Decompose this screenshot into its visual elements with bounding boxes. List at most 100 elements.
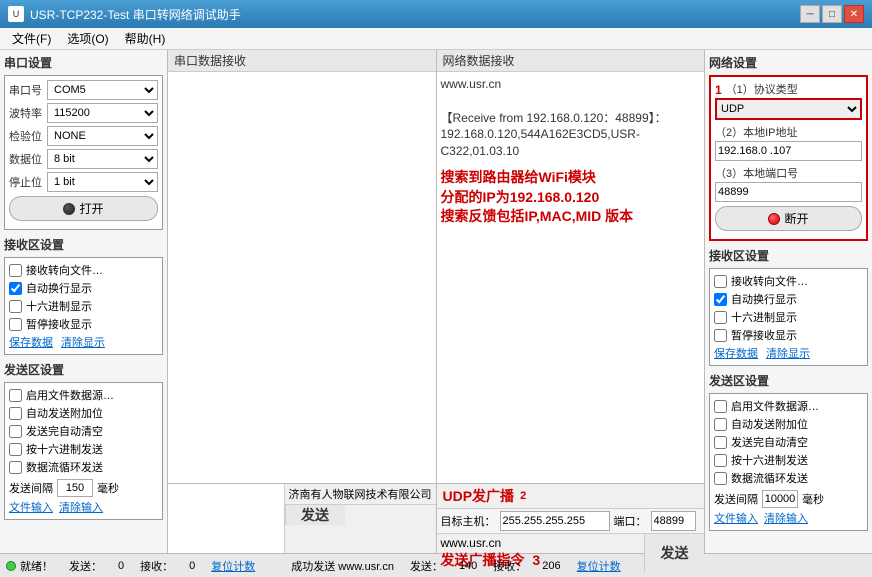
middle-area: 串口数据接收 网络数据接收 www.usr.cn 【Receive from 1… bbox=[168, 50, 704, 553]
right-save-data-link[interactable]: 保存数据 bbox=[714, 345, 758, 361]
disconnect-button[interactable]: 断开 bbox=[715, 206, 862, 231]
left-recv-value: 0 bbox=[189, 560, 195, 572]
send-interval-row: 发送间隔 毫秒 bbox=[9, 479, 158, 497]
right-file-input-link[interactable]: 文件输入 bbox=[714, 510, 758, 526]
right-send-check-1[interactable] bbox=[714, 418, 727, 431]
port-row: 串口号 COM5 bbox=[9, 80, 158, 100]
open-serial-button[interactable]: 打开 bbox=[9, 196, 158, 221]
stopbits-select[interactable]: 1 bit bbox=[47, 172, 158, 192]
right-interval-input[interactable] bbox=[762, 490, 798, 508]
right-send-opt-0: 启用文件数据源… bbox=[714, 398, 863, 414]
serial-recv-panel: 串口数据接收 bbox=[168, 50, 437, 483]
menu-help[interactable]: 帮助(H) bbox=[117, 28, 174, 49]
menu-file[interactable]: 文件(F) bbox=[4, 28, 59, 49]
right-recv-label-1: 自动换行显示 bbox=[731, 291, 797, 307]
port-select[interactable]: COM5 bbox=[47, 80, 158, 100]
app-icon: U bbox=[8, 6, 24, 22]
target-ip-input[interactable] bbox=[500, 511, 610, 531]
right-recv-box: 接收转向文件… 自动换行显示 十六进制显示 暂停接收显示 保存数据 清除显示 bbox=[709, 268, 868, 366]
stopbits-row: 停止位 1 bit bbox=[9, 172, 158, 192]
right-recv-check-0[interactable] bbox=[714, 275, 727, 288]
send-check-3[interactable] bbox=[9, 443, 22, 456]
send-right-panel: UDP发广播 2 目标主机： 端口： www.usr.cn 发送广播指令 3 bbox=[437, 484, 705, 553]
right-recv-check-2[interactable] bbox=[714, 311, 727, 324]
bottom-send-area: 济南有人物联网技术有限公司 发送 UDP发广播 2 目标主机： 端口： bbox=[168, 483, 704, 553]
stopbits-label: 停止位 bbox=[9, 174, 47, 190]
right-send-check-2[interactable] bbox=[714, 436, 727, 449]
recv-opt-0: 接收转向文件… bbox=[9, 262, 158, 278]
close-button[interactable]: ✕ bbox=[844, 5, 864, 23]
right-send-check-4[interactable] bbox=[714, 472, 727, 485]
right-reset-button[interactable]: 复位计数 bbox=[577, 558, 621, 574]
net-recv-area: www.usr.cn 【Receive from 192.168.0.120：4… bbox=[437, 72, 705, 483]
file-links: 文件输入 清除输入 bbox=[9, 499, 158, 515]
right-send-label-3: 按十六进制发送 bbox=[731, 452, 808, 468]
recv-opt-2: 十六进制显示 bbox=[9, 298, 158, 314]
target-port-input[interactable] bbox=[651, 511, 696, 531]
interval-input[interactable] bbox=[57, 479, 93, 497]
parity-row: 检验位 NONE bbox=[9, 126, 158, 146]
send-opt-3: 按十六进制发送 bbox=[9, 441, 158, 457]
send-left-button[interactable]: 发送 bbox=[285, 505, 345, 525]
send-check-2[interactable] bbox=[9, 425, 22, 438]
right-send-label-4: 数据流循环发送 bbox=[731, 470, 808, 486]
recv-check-1[interactable] bbox=[9, 282, 22, 295]
right-status: 成功发送 www.usr.cn bbox=[291, 558, 394, 574]
right-recv-value: 206 bbox=[542, 560, 560, 572]
recv-check-3[interactable] bbox=[9, 318, 22, 331]
left-send-label: 发送： bbox=[69, 558, 102, 574]
right-send-check-3[interactable] bbox=[714, 454, 727, 467]
right-clear-input-link[interactable]: 清除输入 bbox=[764, 510, 808, 526]
baud-row: 波特率 115200 bbox=[9, 103, 158, 123]
recv-label-0: 接收转向文件… bbox=[26, 262, 103, 278]
send-label-0: 启用文件数据源… bbox=[26, 387, 114, 403]
net-highlight2: 分配的IP为192.168.0.120 bbox=[441, 188, 701, 208]
parity-select[interactable]: NONE bbox=[47, 126, 158, 146]
right-clear-display-link[interactable]: 清除显示 bbox=[766, 345, 810, 361]
send-check-1[interactable] bbox=[9, 407, 22, 420]
send-check-0[interactable] bbox=[9, 389, 22, 402]
protocol-label: （1）协议类型 bbox=[726, 81, 798, 97]
left-reset-button[interactable]: 复位计数 bbox=[211, 558, 255, 574]
recv-check-0[interactable] bbox=[9, 264, 22, 277]
company-label: 济南有人物联网技术有限公司 bbox=[285, 484, 436, 505]
open-btn-label: 打开 bbox=[79, 200, 103, 217]
right-recv-check-1[interactable] bbox=[714, 293, 727, 306]
right-interval-unit: 毫秒 bbox=[802, 491, 824, 507]
clear-display-link[interactable]: 清除显示 bbox=[61, 334, 105, 350]
save-data-link[interactable]: 保存数据 bbox=[9, 334, 53, 350]
maximize-button[interactable]: □ bbox=[822, 5, 842, 23]
send-opt-4: 数据流循环发送 bbox=[9, 459, 158, 475]
right-send-check-0[interactable] bbox=[714, 400, 727, 413]
clear-input-link[interactable]: 清除输入 bbox=[59, 499, 103, 515]
main-area: 串口设置 串口号 COM5 波特率 115200 检验位 NONE bbox=[0, 50, 872, 553]
localip-input[interactable] bbox=[715, 141, 862, 161]
send-left-textarea[interactable] bbox=[168, 484, 284, 553]
protocol-select[interactable]: UDP bbox=[715, 98, 862, 120]
port-input[interactable] bbox=[715, 182, 862, 202]
right-send-box: 启用文件数据源… 自动发送附加位 发送完自动清空 按十六进制发送 数据流循环发送… bbox=[709, 393, 868, 531]
network-settings-box: 1 （1）协议类型 UDP （2）本地IP地址 （3）本地端口号 断开 bbox=[709, 75, 868, 241]
recv-check-2[interactable] bbox=[9, 300, 22, 313]
net-highlight3: 搜索反馈包括IP,MAC,MID 版本 bbox=[441, 207, 701, 227]
recv-label-1: 自动换行显示 bbox=[26, 280, 92, 296]
net-line1: www.usr.cn bbox=[441, 76, 701, 93]
databits-label: 数据位 bbox=[9, 151, 47, 167]
baud-select[interactable]: 115200 bbox=[47, 103, 158, 123]
right-recv-title: 接收区设置 bbox=[709, 247, 868, 264]
right-recv-label-2: 十六进制显示 bbox=[731, 309, 797, 325]
send-check-4[interactable] bbox=[9, 461, 22, 474]
protocol-label-row: 1 （1）协议类型 bbox=[715, 81, 862, 98]
left-send-title: 发送区设置 bbox=[4, 361, 163, 378]
right-send-label-0: 启用文件数据源… bbox=[731, 398, 819, 414]
net-highlight1: 搜索到路由器给WiFi模块 bbox=[441, 168, 701, 188]
file-input-link[interactable]: 文件输入 bbox=[9, 499, 53, 515]
databits-select[interactable]: 8 bit bbox=[47, 149, 158, 169]
minimize-button[interactable]: ─ bbox=[800, 5, 820, 23]
send-label-1: 自动发送附加位 bbox=[26, 405, 103, 421]
right-recv-check-3[interactable] bbox=[714, 329, 727, 342]
send-right-button[interactable]: 发送 bbox=[644, 534, 704, 572]
send-opt-2: 发送完自动清空 bbox=[9, 423, 158, 439]
menu-options[interactable]: 选项(O) bbox=[59, 28, 116, 49]
port-label-send: 端口： bbox=[614, 513, 647, 529]
